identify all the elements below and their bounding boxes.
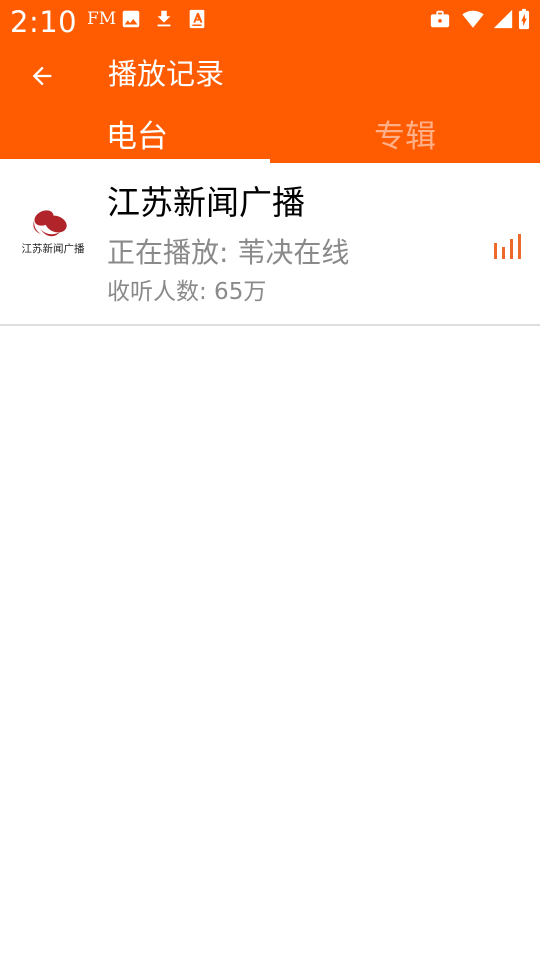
screen: 2:10 FM 播放记录 电台 专辑 江苏新闻广播 江苏新闻广播 正在播放: 苇… (0, 0, 540, 960)
tab-radio[interactable]: 电台 (0, 112, 270, 163)
battery-charging-icon (518, 8, 530, 30)
station-name: 江苏新闻广播 (107, 183, 305, 222)
now-playing-text: 正在播放: 苇决在线 (107, 236, 350, 269)
audio-bars-icon (494, 234, 521, 259)
listener-count: 收听人数: 65万 (107, 279, 267, 305)
app-bar: 播放记录 (0, 44, 540, 108)
tab-bar: 电台 专辑 (0, 112, 540, 163)
wifi-icon (462, 10, 484, 28)
tab-album[interactable]: 专辑 (270, 112, 540, 163)
back-button[interactable] (18, 52, 66, 100)
list-item[interactable]: 江苏新闻广播 江苏新闻广播 正在播放: 苇决在线 收听人数: 65万 (0, 163, 540, 326)
briefcase-icon (430, 10, 450, 28)
status-bar: 2:10 FM (0, 0, 540, 44)
play-history-list: 江苏新闻广播 江苏新闻广播 正在播放: 苇决在线 收听人数: 65万 (0, 163, 540, 326)
download-icon (157, 10, 171, 27)
image-icon (122, 10, 140, 28)
signal-icon (493, 9, 513, 29)
tab-album-label: 专辑 (374, 119, 436, 155)
status-time: 2:10 (10, 5, 78, 39)
text-a-icon (189, 9, 205, 29)
page-title: 播放记录 (108, 57, 225, 91)
jiangsu-news-radio-logo: 江苏新闻广播 (22, 210, 85, 255)
logo-caption: 江苏新闻广播 (22, 242, 85, 255)
fm-notification-icon: FM (87, 9, 117, 29)
tab-radio-label: 电台 (106, 119, 168, 155)
arrow-left-icon (32, 66, 52, 86)
header: 2:10 FM 播放记录 电台 专辑 (0, 0, 540, 163)
